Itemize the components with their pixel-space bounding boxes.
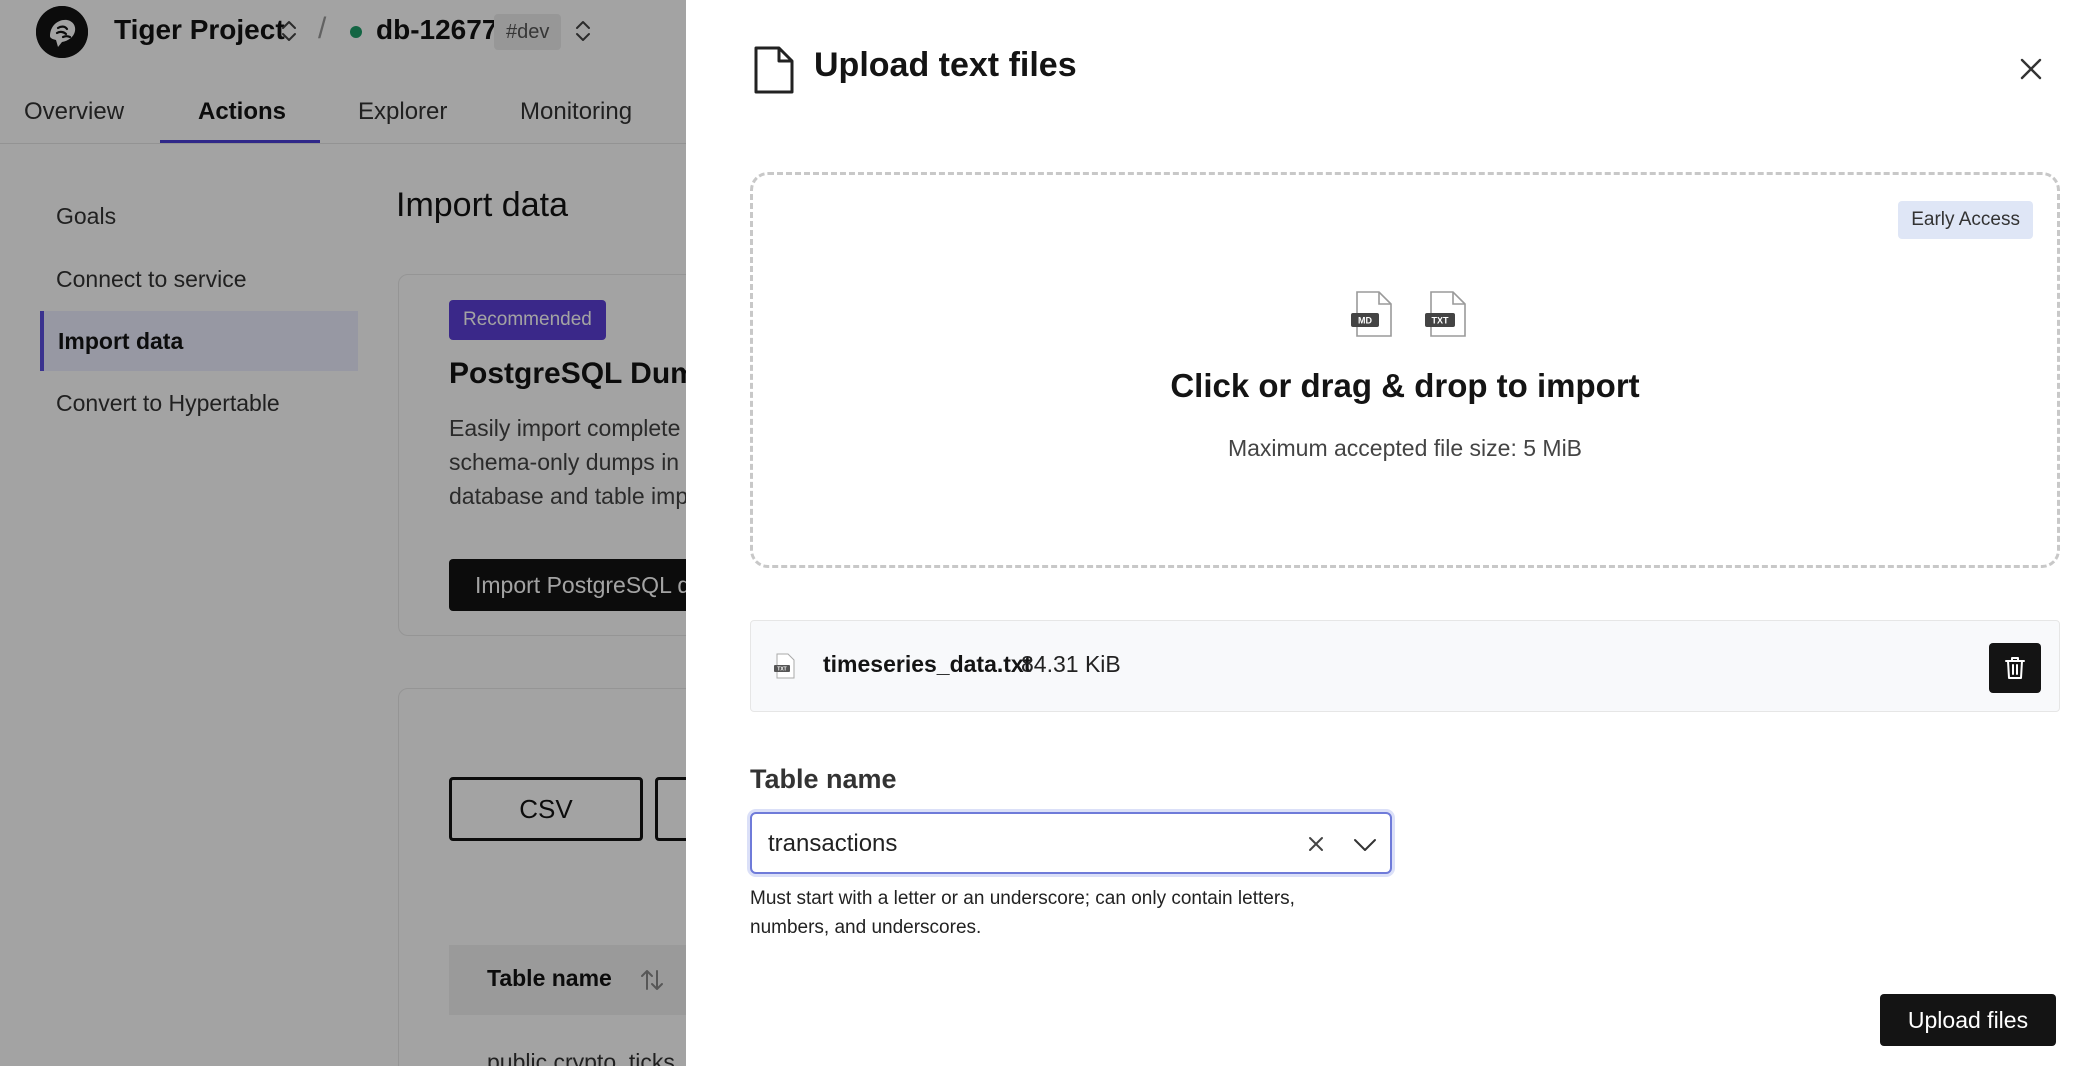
upload-files-button[interactable]: Upload files [1880, 994, 2056, 1046]
upload-text-files-drawer: Upload text files Early Access MD TXT Cl… [686, 0, 2086, 1066]
chevron-down-icon[interactable] [1352, 832, 1378, 856]
uploaded-file-row: TXT timeseries_data.txt 84.31 KiB [750, 620, 2060, 712]
file-icon [754, 46, 794, 94]
table-name-label: Table name [750, 764, 897, 794]
table-name-input[interactable] [768, 828, 1268, 860]
close-icon[interactable] [2014, 52, 2048, 86]
drawer-title: Upload text files [814, 46, 1077, 84]
clear-icon[interactable] [1304, 832, 1328, 856]
dropzone-max-size: Maximum accepted file size: 5 MiB [1227, 435, 1583, 461]
early-access-badge: Early Access [1898, 201, 2033, 239]
delete-file-button[interactable] [1989, 643, 2041, 693]
md-file-icon-label: MD [1358, 316, 1372, 326]
txt-file-icon: TXT [774, 653, 795, 679]
txt-file-icon-label: TXT [1432, 316, 1450, 326]
md-file-icon: MD [1351, 291, 1392, 337]
file-dropzone[interactable]: Early Access MD TXT Click or drag & drop… [750, 172, 2060, 568]
table-name-help-text: Must start with a letter or an underscor… [750, 888, 1295, 938]
file-size: 84.31 KiB [1021, 651, 1121, 677]
file-row-icon-label: TXT [777, 667, 786, 673]
trash-icon [2005, 657, 2025, 679]
dropzone-title: Click or drag & drop to import [1170, 367, 1640, 404]
txt-file-icon: TXT [1425, 291, 1466, 337]
file-name: timeseries_data.txt [823, 651, 1032, 677]
table-name-combobox[interactable] [750, 812, 1392, 874]
